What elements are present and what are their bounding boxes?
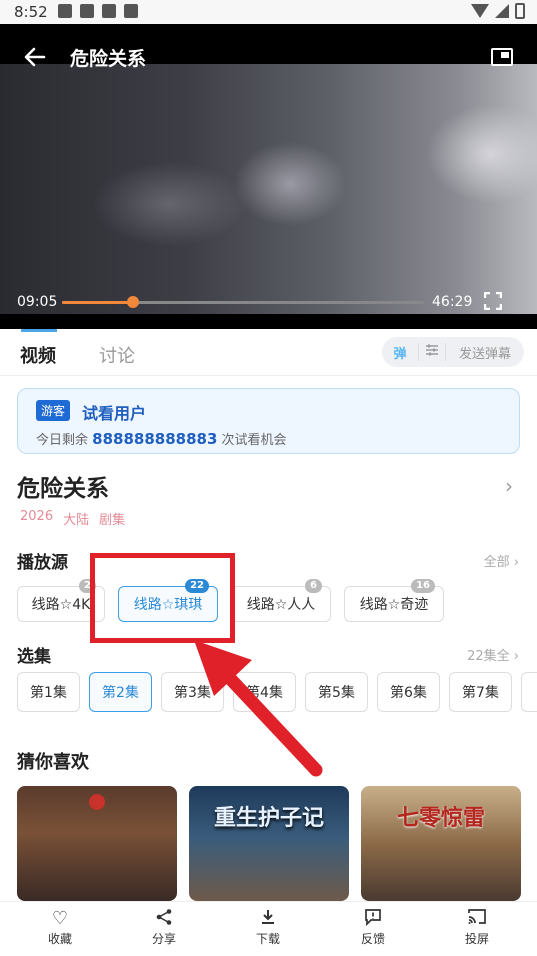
heart-icon: ♡	[51, 908, 69, 929]
notification-icons	[58, 4, 138, 18]
danmu-settings-button[interactable]	[418, 343, 446, 361]
cast-icon	[447, 908, 507, 930]
progress-thumb[interactable]	[126, 296, 139, 308]
tab-bar: 视频 讨论 弹 发送弹幕	[0, 329, 537, 376]
video-player[interactable]: 危险关系 09:05 46:29	[0, 24, 537, 329]
source-count-badge: 16	[411, 579, 435, 593]
cast-label: 投屏	[464, 932, 489, 946]
feedback-icon	[343, 908, 403, 930]
poster-title: 七零惊雷	[396, 806, 485, 831]
send-danmu-input[interactable]: 发送弹幕	[446, 343, 524, 362]
episodes-more-label: 22集全	[467, 649, 510, 664]
poster-title: 重生护子记	[213, 806, 324, 831]
danmu-bar: 弹 发送弹幕	[382, 337, 524, 367]
app-icon	[102, 4, 116, 18]
show-region: 大陆	[63, 513, 90, 528]
notification-icon	[58, 4, 72, 18]
picture-in-picture-icon[interactable]	[491, 48, 513, 66]
bottom-action-bar: ♡ 收藏 分享 下载 反馈 投屏	[0, 901, 537, 956]
source-chip[interactable]: 线路☆人人 6	[231, 579, 331, 622]
video-frame	[0, 64, 537, 314]
source-label: 线路☆4K	[31, 597, 91, 613]
sources-more-link[interactable]: 全部 ›	[484, 551, 519, 570]
source-chip[interactable]: 线路☆奇迹 16	[344, 579, 444, 622]
signal-icon	[495, 4, 509, 18]
guest-quota: 今日剩余 888888888883 次试看机会	[36, 429, 287, 448]
episode-chip-selected[interactable]: 第2集	[89, 672, 152, 712]
emblem-icon	[89, 794, 105, 810]
video-title: 危险关系	[70, 48, 147, 70]
tab-video[interactable]: 视频	[20, 329, 57, 368]
guest-badge: 游客	[36, 400, 71, 421]
show-meta: 2026 大陆 剧集	[20, 509, 125, 528]
back-button[interactable]	[22, 44, 48, 70]
sliders-icon	[426, 344, 438, 356]
recommend-card[interactable]: 重生护子记	[189, 786, 349, 901]
quota-count: 888888888883	[92, 430, 218, 448]
download-icon	[80, 4, 94, 18]
episodes-title: 选集	[17, 647, 51, 667]
detail-content: 游客 试看用户 今日剩余 888888888883 次试看机会 危险关系 › 2…	[0, 376, 537, 901]
show-type: 剧集	[99, 513, 126, 528]
download-label: 下载	[255, 932, 280, 946]
show-year: 2026	[20, 509, 54, 524]
play-store-icon	[124, 4, 138, 18]
quota-suffix: 次试看机会	[221, 433, 287, 448]
duration: 46:29	[432, 294, 473, 310]
fullscreen-button[interactable]	[483, 291, 503, 311]
back-arrow-icon	[24, 47, 46, 67]
sources-title: 播放源	[17, 553, 68, 573]
episode-chip[interactable]: 第6集	[377, 672, 440, 712]
episode-chip[interactable]: 第1集	[17, 672, 80, 712]
episode-chip[interactable]: 第3集	[161, 672, 224, 712]
progress-fill	[62, 301, 133, 304]
quota-prefix: 今日剩余	[36, 433, 89, 448]
show-title: 危险关系	[17, 476, 109, 502]
danmu-toggle[interactable]: 弹	[382, 343, 418, 362]
source-count-badge: 6	[305, 579, 322, 593]
fullscreen-icon	[483, 291, 503, 311]
highlight-box	[90, 553, 235, 643]
wifi-icon	[471, 4, 489, 18]
source-label: 线路☆奇迹	[359, 597, 429, 613]
recommend-title: 猜你喜欢	[17, 752, 89, 773]
episode-chip[interactable]: 第5集	[305, 672, 368, 712]
status-bar: 8:52	[0, 0, 537, 24]
tab-discuss[interactable]: 讨论	[99, 342, 135, 368]
share-button[interactable]: 分享	[134, 908, 194, 947]
show-detail-chevron-icon[interactable]: ›	[505, 474, 513, 498]
share-icon	[134, 908, 194, 930]
episode-chip[interactable]: 第7集	[449, 672, 512, 712]
guest-title: 试看用户	[82, 404, 147, 423]
guest-banner: 游客 试看用户 今日剩余 888888888883 次试看机会	[17, 388, 520, 454]
favorite-label: 收藏	[47, 932, 72, 946]
episode-chip[interactable]: 第4集	[233, 672, 296, 712]
source-label: 线路☆人人	[246, 597, 316, 613]
feedback-button[interactable]: 反馈	[343, 908, 403, 947]
current-time: 09:05	[17, 294, 58, 310]
recommend-card[interactable]	[17, 786, 177, 901]
sources-more-label: 全部	[483, 555, 510, 570]
download-icon	[238, 908, 298, 930]
share-label: 分享	[151, 932, 176, 946]
cast-button[interactable]: 投屏	[447, 908, 507, 947]
battery-icon	[515, 3, 525, 19]
episodes-more-link[interactable]: 22集全 ›	[467, 645, 519, 664]
feedback-label: 反馈	[360, 932, 385, 946]
favorite-button[interactable]: ♡ 收藏	[30, 908, 90, 947]
download-button[interactable]: 下载	[238, 908, 298, 947]
episode-chip-partial[interactable]	[521, 672, 537, 712]
progress-bar[interactable]	[62, 296, 424, 308]
system-icons	[471, 3, 525, 19]
recommend-card[interactable]: 七零惊雷	[361, 786, 521, 901]
status-time: 8:52	[14, 3, 48, 21]
